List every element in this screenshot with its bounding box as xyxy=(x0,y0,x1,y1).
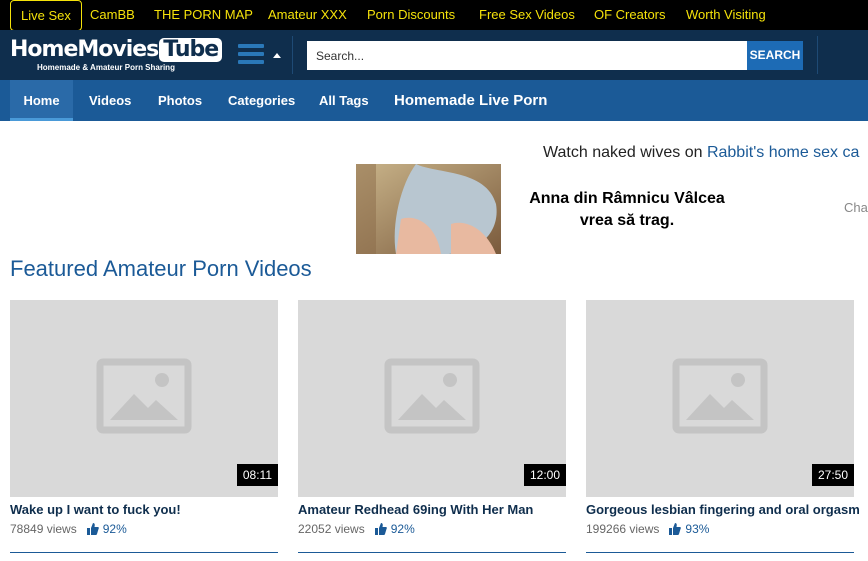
nav-categories[interactable]: Categories xyxy=(228,80,295,121)
nav-home[interactable]: Home xyxy=(10,80,73,121)
video-rating: 93% xyxy=(685,522,710,536)
video-duration: 08:11 xyxy=(236,464,278,486)
toplink-cambb[interactable]: CamBB xyxy=(90,0,135,30)
video-card[interactable]: 08:11 Wake up I want to fuck you! 78849 … xyxy=(10,300,278,553)
video-duration: 12:00 xyxy=(523,464,566,486)
card-divider xyxy=(298,552,566,553)
search-button[interactable]: SEARCH xyxy=(747,41,803,70)
section-title: Featured Amateur Porn Videos xyxy=(10,256,312,281)
toplink-porn-map[interactable]: THE PORN MAP xyxy=(154,0,253,30)
video-views: 78849 views xyxy=(10,522,77,536)
main-nav: Home Videos Photos Categories All Tags H… xyxy=(0,80,868,121)
video-meta: 78849 views 92% xyxy=(10,522,278,536)
logo-tube-text: Tube xyxy=(159,38,223,62)
video-title[interactable]: Wake up I want to fuck you! xyxy=(10,502,278,517)
nav-photos[interactable]: Photos xyxy=(158,80,202,121)
site-logo[interactable]: HomeMovies Tube Homemade & Amateur Porn S… xyxy=(10,37,223,72)
toplink-free-sex-videos[interactable]: Free Sex Videos xyxy=(479,0,575,30)
video-thumbnail[interactable]: 12:00 xyxy=(298,300,566,497)
image-placeholder-icon xyxy=(96,358,192,434)
top-link-bar: Live Sex CamBB THE PORN MAP Amateur XXX … xyxy=(0,0,868,31)
video-card[interactable]: 12:00 Amateur Redhead 69ing With Her Man… xyxy=(298,300,566,553)
video-card[interactable]: 27:50 Gorgeous lesbian fingering and ora… xyxy=(586,300,860,553)
video-duration: 27:50 xyxy=(811,464,854,486)
logo-main-text: HomeMovies xyxy=(10,37,159,62)
ad-title-line1: Anna din Râmnicu Vâlcea xyxy=(529,190,725,207)
toplink-porn-discounts[interactable]: Porn Discounts xyxy=(367,0,455,30)
video-thumbnail[interactable]: 08:11 xyxy=(10,300,278,497)
image-placeholder-icon xyxy=(672,358,768,434)
ad-title-line2: vrea să trag. xyxy=(579,212,675,229)
search-input[interactable] xyxy=(307,41,748,70)
video-meta: 22052 views 92% xyxy=(298,522,566,536)
ad-image[interactable] xyxy=(356,164,501,254)
toplink-of-creators[interactable]: OF Creators xyxy=(594,0,666,30)
video-title[interactable]: Gorgeous lesbian fingering and oral orga… xyxy=(586,502,860,517)
caret-up-icon[interactable] xyxy=(273,53,281,58)
promo-text: Watch naked wives on xyxy=(543,144,707,161)
toplink-amateur-xxx[interactable]: Amateur XXX xyxy=(268,0,347,30)
toplink-live-sex[interactable]: Live Sex xyxy=(10,0,82,31)
header-divider xyxy=(292,36,293,74)
ad-title[interactable]: Anna din Râmnicu Vâlcea vrea să trag. xyxy=(514,188,740,232)
ad-side-text[interactable]: Cha xyxy=(844,200,868,215)
video-rating: 92% xyxy=(390,522,415,536)
image-placeholder-icon xyxy=(384,358,480,434)
nav-all-tags[interactable]: All Tags xyxy=(319,80,369,121)
logo-tagline: Homemade & Amateur Porn Sharing xyxy=(37,63,175,72)
nav-homemade-live-porn[interactable]: Homemade Live Porn xyxy=(394,80,547,121)
promo-line: Watch naked wives on Rabbit's home sex c… xyxy=(543,144,859,162)
header-divider-right xyxy=(817,36,818,74)
hamburger-menu-icon[interactable] xyxy=(238,44,264,66)
thumbs-up-icon xyxy=(669,523,682,535)
toplink-worth-visiting[interactable]: Worth Visiting xyxy=(686,0,766,30)
video-views: 22052 views xyxy=(298,522,365,536)
card-divider xyxy=(10,552,278,553)
card-divider xyxy=(586,552,854,553)
nav-videos[interactable]: Videos xyxy=(89,80,131,121)
video-title[interactable]: Amateur Redhead 69ing With Her Man xyxy=(298,502,566,517)
video-views: 199266 views xyxy=(586,522,660,536)
video-thumbnail[interactable]: 27:50 xyxy=(586,300,854,497)
video-rating: 92% xyxy=(102,522,127,536)
video-meta: 199266 views 93% xyxy=(586,522,854,536)
thumbs-up-icon xyxy=(86,523,99,535)
site-header: HomeMovies Tube Homemade & Amateur Porn S… xyxy=(0,30,868,80)
promo-link[interactable]: Rabbit's home sex ca xyxy=(707,144,859,161)
thumbs-up-icon xyxy=(374,523,387,535)
